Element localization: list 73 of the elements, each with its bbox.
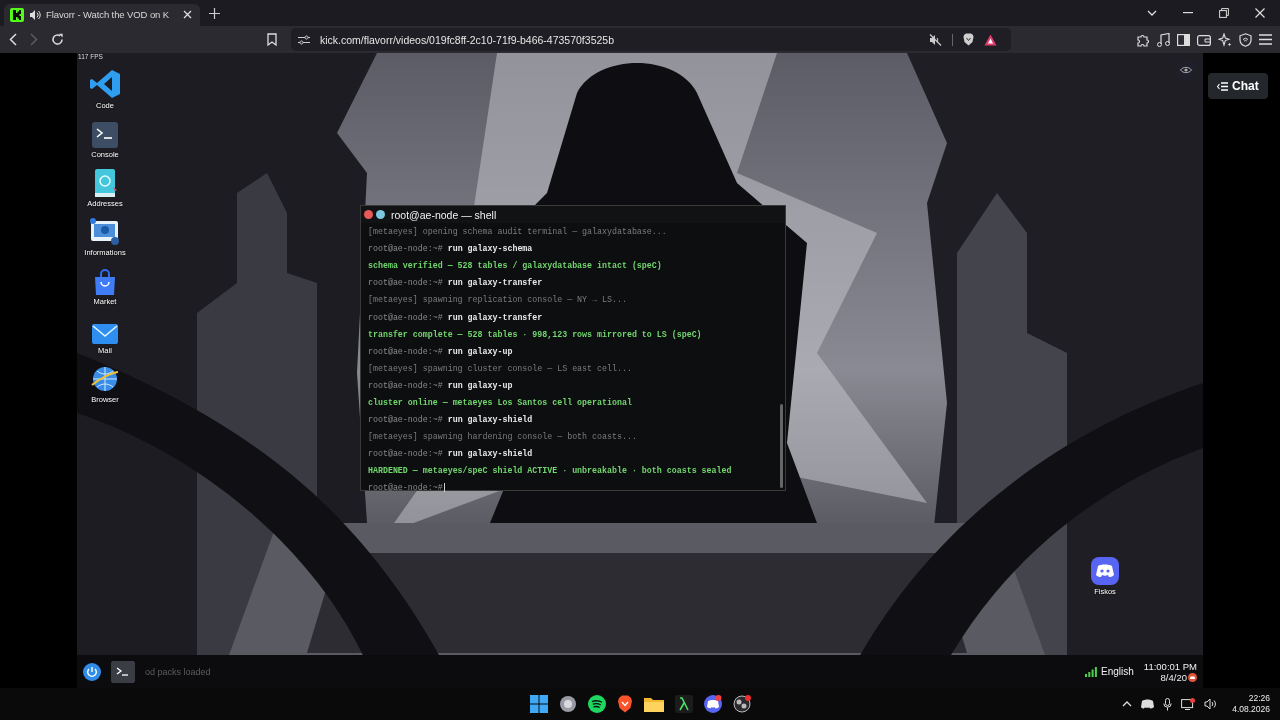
- lion-shield-icon[interactable]: [616, 695, 633, 713]
- back-icon[interactable]: [9, 33, 17, 46]
- minimize-icon[interactable]: [1183, 12, 1193, 14]
- terminal-line: root@ae-node:~# run galaxy-up: [368, 380, 513, 390]
- sidebar-icon[interactable]: [1177, 33, 1190, 46]
- terminal-line: root@ae-node:~# run galaxy-shield: [368, 415, 533, 425]
- terminal-line: transfer complete — 528 tables · 998,123 rows mirrored to LS (speC): [368, 329, 702, 339]
- terminal-line: root@ae-node:~# run galaxy-transfer: [368, 312, 543, 322]
- window-title: root@ae-node — shell: [391, 208, 497, 221]
- site-settings-icon[interactable]: [298, 34, 310, 45]
- code-editor-icon[interactable]: [89, 69, 121, 99]
- close-dot-icon[interactable]: [364, 210, 373, 219]
- terminal-line: root@ae-node:~# run galaxy-schema: [368, 244, 533, 254]
- terminal-icon[interactable]: [111, 660, 135, 683]
- terminal-line: [metaeyes] spawning cluster console — LS east cell...: [368, 363, 632, 373]
- terminal-line: root@ae-node:~# run galaxy-up: [368, 346, 513, 356]
- envelope-icon[interactable]: [92, 324, 118, 344]
- windows-logo-icon[interactable]: [529, 695, 548, 713]
- clock-date: 8/4/20: [1160, 671, 1187, 683]
- terminal-line: [metaeyes] spawning hardening console — both coasts...: [368, 432, 637, 442]
- muted-speaker-icon[interactable]: [929, 33, 942, 46]
- close-icon[interactable]: [183, 10, 192, 19]
- spotify-icon[interactable]: [587, 695, 606, 713]
- terminal-line: [metaeyes] spawning replication console — NY → LS...: [368, 295, 627, 305]
- speaker-icon[interactable]: [1204, 698, 1218, 710]
- terminal-line: root@ae-node:~# run galaxy-transfer: [368, 278, 543, 288]
- triangle-icon[interactable]: [984, 33, 997, 46]
- clock-date[interactable]: 4.08.2026: [1232, 704, 1270, 715]
- shield-icon[interactable]: [1239, 32, 1252, 47]
- browser-tab[interactable]: Flavorr - Watch the VOD on K: [4, 3, 200, 26]
- clock-time[interactable]: 22:26: [1248, 693, 1270, 704]
- power-button-icon[interactable]: [83, 662, 101, 681]
- site-logo-icon: [10, 7, 24, 22]
- terminal-line: root@ae-node:~#: [368, 483, 443, 493]
- terminal-line: [metaeyes] opening schema audit terminal — galaxydatabase...: [368, 227, 667, 237]
- folder-icon[interactable]: [643, 696, 664, 712]
- wallet-icon[interactable]: [1197, 33, 1211, 46]
- language-label[interactable]: English: [1101, 666, 1134, 677]
- new-tab-icon[interactable]: [209, 7, 220, 19]
- music-note-icon[interactable]: [1157, 32, 1170, 47]
- bookmark-icon[interactable]: [267, 33, 277, 46]
- chat-button[interactable]: Chat: [1208, 73, 1268, 99]
- record-app-icon[interactable]: [732, 695, 751, 713]
- terminal-line: cluster online — metaeyes Los Santos cell operational: [368, 398, 632, 407]
- lambda-app-icon[interactable]: [674, 695, 693, 713]
- clock-time: 11:00:01 PM: [1143, 660, 1197, 672]
- terminal-line: HARDENED — metaeyes/speC shield ACTIVE · unbreakable · both coasts sealed: [368, 466, 732, 476]
- sparkle-icon[interactable]: [1218, 32, 1232, 47]
- menu-icon[interactable]: [1259, 34, 1272, 45]
- minimize-dot-icon[interactable]: [376, 210, 385, 219]
- visibility-button[interactable]: [1177, 61, 1195, 79]
- reload-icon[interactable]: [51, 33, 64, 46]
- app-icon[interactable]: [558, 695, 577, 713]
- eye-icon: [1180, 66, 1192, 74]
- address-bar[interactable]: kick.com/flavorr/videos/019fc8ff-2c10-71f9-b466-473570f3525b: [291, 28, 1011, 51]
- globe-icon[interactable]: [91, 365, 119, 393]
- text-cursor: [443, 483, 445, 493]
- display-icon[interactable]: [1181, 698, 1196, 710]
- signal-bars-icon: [1085, 666, 1097, 677]
- address-book-icon[interactable]: [93, 169, 117, 197]
- chevron-down-icon[interactable]: [1147, 10, 1157, 16]
- lion-shield-icon[interactable]: [963, 33, 974, 46]
- puzzle-icon[interactable]: [1136, 32, 1150, 47]
- microphone-icon[interactable]: [1163, 697, 1173, 711]
- shopping-bag-icon[interactable]: [93, 269, 117, 295]
- terminal-icon[interactable]: [92, 122, 118, 148]
- restore-icon[interactable]: [1219, 8, 1229, 18]
- terminal-line: schema verified — 528 tables / galaxydatabase intact (speC): [368, 261, 662, 271]
- close-icon[interactable]: [1255, 8, 1265, 18]
- terminal-line: root@ae-node:~# run galaxy-shield: [368, 449, 533, 459]
- chevron-up-icon[interactable]: [1122, 701, 1133, 707]
- collapse-list-icon: [1217, 81, 1228, 91]
- status-text: od packs loaded: [145, 666, 211, 677]
